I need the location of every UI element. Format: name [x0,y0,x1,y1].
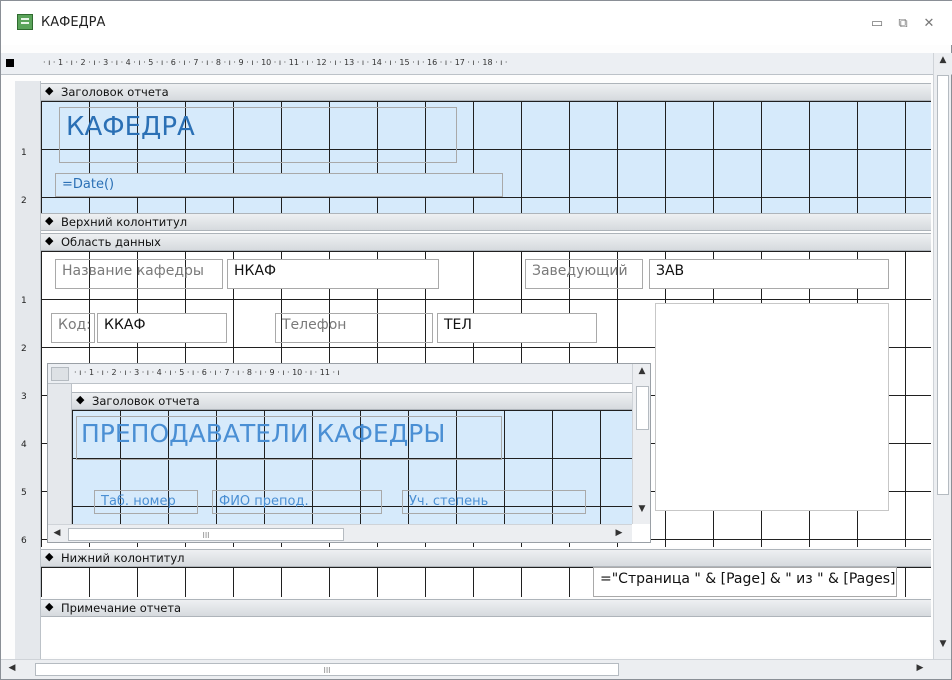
scroll-up-icon[interactable]: ▲ [934,55,952,65]
section-arrow-icon: ◆ [45,600,54,613]
detail-area: Название кафедры НКАФ Заведующий ЗАВ Код… [41,251,931,547]
close-button[interactable]: ✕ [920,15,938,33]
select-report-box[interactable] [6,59,14,67]
section-arrow-icon: ◆ [45,550,54,563]
section-bar-detail[interactable]: ◆ Область данных [41,233,931,251]
section-arrow-icon: ◆ [45,84,54,97]
section-bar-page-header[interactable]: ◆ Верхний колонтитул [41,213,931,231]
image-frame[interactable] [655,303,889,511]
report-footer-area [41,617,931,657]
minimize-button[interactable]: ▭ [868,15,886,33]
fio-label[interactable]: ФИО препод. [212,490,382,514]
section-label: Нижний колонтитул [61,551,185,565]
main-hscrollbar[interactable]: ◀ III ▶ [1,659,951,679]
horizontal-ruler: · ı · 1 · ı · 2 · ı · 3 · ı · 4 · ı · 5 … [1,53,952,75]
scroll-up-icon[interactable]: ▲ [633,366,650,376]
scroll-down-icon[interactable]: ▼ [934,639,952,649]
subreport-control[interactable]: · ı · 1 · ı · 2 · ı · 3 · ı · 4 · ı · 5 … [47,363,651,543]
ruler-scale: · ı · 1 · ı · 2 · ı · 3 · ı · 4 · ı · 5 … [43,58,508,67]
subreport-select-box[interactable] [51,367,69,381]
section-label: Верхний колонтитул [61,215,188,229]
name-label[interactable]: Название кафедры [55,259,223,289]
title-bar: КАФЕДРА ▭ ⧉ ✕ [1,1,952,45]
subreport-header-area: ПРЕПОДАВАТЕЛИ КАФЕДРЫ Таб. номер ФИО пре… [72,410,632,524]
scroll-left-icon[interactable]: ◀ [5,663,19,673]
subreport-hscrollbar[interactable]: ◀ III ▶ [48,524,632,542]
phone-label[interactable]: Телефон [275,313,433,343]
window-title: КАФЕДРА [41,15,106,30]
scroll-thumb[interactable] [937,75,949,495]
head-field[interactable]: ЗАВ [649,259,889,289]
main-vscrollbar[interactable]: ▲ ▼ [933,53,951,659]
vruler-number: 2 [21,196,27,206]
scroll-thumb[interactable]: III [68,528,344,541]
vertical-ruler: 1 2 1 2 3 4 5 6 [15,81,41,659]
section-label: Примечание отчета [61,601,182,615]
code-field[interactable]: ККАФ [97,313,227,343]
head-label[interactable]: Заведующий [525,259,643,289]
name-field[interactable]: НКАФ [227,259,439,289]
section-arrow-icon: ◆ [76,393,85,406]
vruler-number: 4 [21,440,27,450]
subreport-section-bar[interactable]: ◆ Заголовок отчета [72,392,632,410]
scroll-left-icon[interactable]: ◀ [50,528,64,538]
vruler-number: 5 [21,488,27,498]
phone-field[interactable]: ТЕЛ [437,313,597,343]
section-arrow-icon: ◆ [45,214,54,227]
subreport-ruler-scale: · ı · 1 · ı · 2 · ı · 3 · ı · 4 · ı · 5 … [74,368,340,377]
report-title-label[interactable]: КАФЕДРА [59,107,457,163]
vruler-number: 1 [21,148,27,158]
subreport-title-label[interactable]: ПРЕПОДАВАТЕЛИ КАФЕДРЫ [76,416,502,460]
scroll-thumb[interactable]: III [35,663,619,676]
vruler-number: 3 [21,392,27,402]
section-label: Заголовок отчета [92,394,200,408]
section-bar-report-header[interactable]: Заголовок отчета ◆ [41,83,931,101]
form-icon [17,14,33,30]
report-design-window: КАФЕДРА ▭ ⧉ ✕ · ı · 1 · ı · 2 · ı · 3 · … [0,0,952,680]
page-number-textbox[interactable]: ="Страница " & [Page] & " из " & [Pages] [593,567,897,597]
page-footer-area: ="Страница " & [Page] & " из " & [Pages] [41,567,931,597]
subreport-vruler [48,384,72,524]
scroll-right-icon[interactable]: ▶ [913,663,927,673]
section-label: Заголовок отчета [61,85,169,99]
scroll-thumb[interactable] [636,386,649,430]
restore-button[interactable]: ⧉ [894,15,912,33]
tab-number-label[interactable]: Таб. номер [94,490,198,514]
section-label: Область данных [61,235,161,249]
vruler-number: 6 [21,536,27,546]
vruler-number: 1 [21,296,27,306]
degree-label[interactable]: Уч. степень [402,490,586,514]
subreport-ruler: · ı · 1 · ı · 2 · ı · 3 · ı · 4 · ı · 5 … [48,364,632,384]
scroll-down-icon[interactable]: ▼ [633,504,650,514]
section-bar-page-footer[interactable]: ◆ Нижний колонтитул [41,549,931,567]
section-arrow-icon: ◆ [45,234,54,247]
vruler-number: 2 [21,344,27,354]
scroll-right-icon[interactable]: ▶ [612,528,626,538]
date-textbox[interactable]: =Date() [55,173,503,197]
section-bar-report-footer[interactable]: ◆ Примечание отчета [41,599,931,617]
subreport-vscrollbar[interactable]: ▲ ▼ [632,364,650,524]
code-label[interactable]: Код: [51,313,95,343]
report-header-area: КАФЕДРА =Date() [41,101,931,213]
